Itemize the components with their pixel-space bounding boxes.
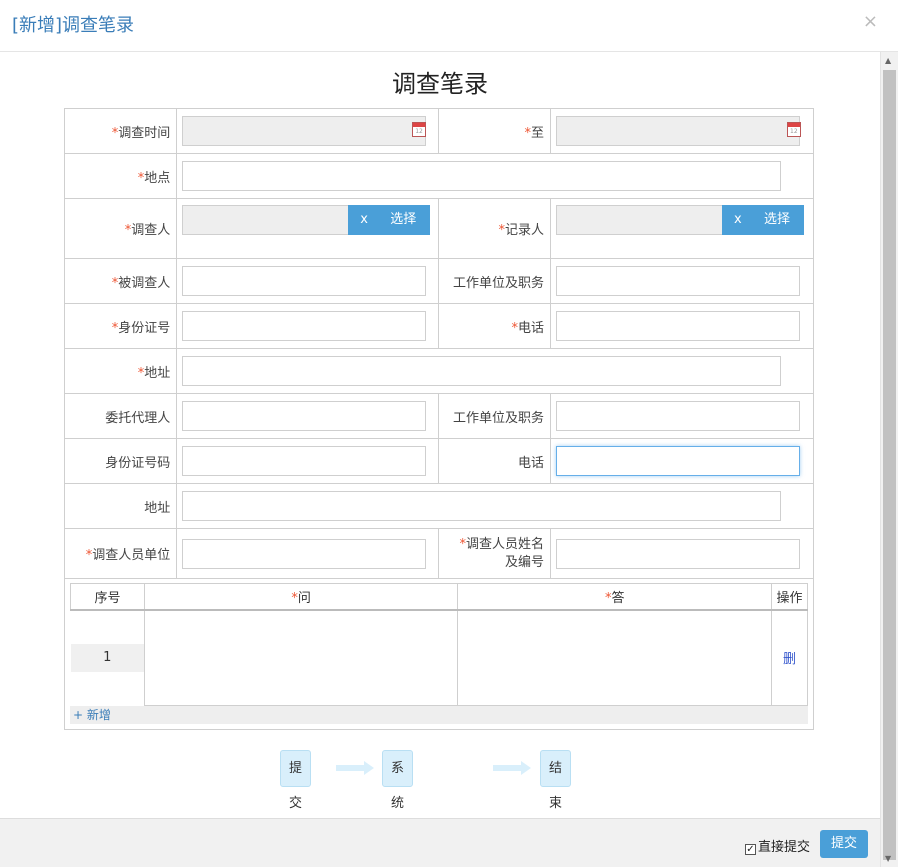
label-work-unit: 工作单位及职务 xyxy=(438,258,552,304)
direct-submit-checkbox[interactable]: ✓ 直接提交 xyxy=(744,836,810,855)
modal-body: 调查笔录 *调查时间 12 *至 12 *地点 *调查人 x 选择 *记录人 x… xyxy=(0,52,880,818)
label-investigator-name: *调查人员姓名 及编号 xyxy=(438,528,552,579)
flow-arrow xyxy=(336,761,374,775)
agent-phone-input[interactable] xyxy=(556,446,801,476)
investigator-picker-button[interactable]: x 选择 xyxy=(348,205,431,235)
flow-step-end: 结束 xyxy=(540,750,572,811)
clear-icon[interactable]: x xyxy=(360,205,368,235)
agent-id-input[interactable] xyxy=(182,446,427,476)
add-row-link[interactable]: + 新增 xyxy=(70,706,808,724)
recorder-picker-button[interactable]: x 选择 xyxy=(722,205,805,235)
vertical-scrollbar[interactable]: ▲ ▼ xyxy=(880,52,898,867)
investigator-input[interactable] xyxy=(182,205,351,235)
modal-header: [新增]调查笔录 × xyxy=(0,0,898,52)
label-agent-work-unit: 工作单位及职务 xyxy=(438,393,552,439)
qa-table: 序号 *问 *答 操作 1 删 xyxy=(70,583,808,706)
start-time-input[interactable] xyxy=(182,116,427,146)
label-agent: 委托代理人 xyxy=(63,393,178,439)
address-input[interactable] xyxy=(182,356,782,386)
label-agent-id: 身份证号码 xyxy=(63,438,178,484)
agent-address-input[interactable] xyxy=(182,491,782,521)
label-time: *调查时间 xyxy=(63,108,178,154)
scroll-down-arrow-icon[interactable]: ▼ xyxy=(885,854,891,863)
agent-input[interactable] xyxy=(182,401,427,431)
qa-header-question: *问 xyxy=(143,583,459,611)
scroll-up-arrow-icon[interactable]: ▲ xyxy=(885,56,891,65)
calendar-icon[interactable]: 12 xyxy=(412,122,427,137)
label-id-card: *身份证号 xyxy=(63,303,178,349)
label-investigator: *调查人 xyxy=(63,198,178,259)
label-agent-phone: 电话 xyxy=(438,438,552,484)
flow-step-submit: 提交 xyxy=(280,750,312,811)
scroll-thumb[interactable] xyxy=(883,70,896,860)
record-form: *调查时间 12 *至 12 *地点 *调查人 x 选择 *记录人 x 选择 *… xyxy=(63,108,814,730)
label-respondent: *被调查人 xyxy=(63,258,178,304)
investigator-unit-input[interactable] xyxy=(182,538,427,569)
label-recorder: *记录人 xyxy=(438,198,552,259)
qa-header-seq: 序号 xyxy=(70,583,145,611)
calendar-icon[interactable]: 12 xyxy=(787,122,801,137)
checkmark-icon[interactable]: ✓ xyxy=(744,844,756,855)
modal-dialog: [新增]调查笔录 × 调查笔录 *调查时间 12 *至 12 *地点 *调查人 xyxy=(0,0,898,867)
flow-step-auto-pass: 系统自动通过 xyxy=(382,750,414,811)
label-phone: *电话 xyxy=(438,303,552,349)
respondent-input[interactable] xyxy=(182,266,427,296)
label-address: *地址 xyxy=(63,348,178,394)
question-textarea[interactable] xyxy=(143,609,459,706)
delete-row-link[interactable]: 删 xyxy=(771,609,808,706)
close-icon[interactable]: × xyxy=(863,11,878,32)
agent-work-unit-input[interactable] xyxy=(556,401,801,431)
modal-title: [新增]调查笔录 xyxy=(12,15,135,36)
qa-header-action: 操作 xyxy=(771,583,808,611)
qa-row: 1 删 xyxy=(70,609,808,706)
modal-footer: ✓ 直接提交 提交 xyxy=(0,818,880,867)
qa-row-seq: 1 xyxy=(70,609,145,706)
clear-icon[interactable]: x xyxy=(734,205,742,235)
investigator-name-input[interactable] xyxy=(556,538,801,569)
answer-textarea[interactable] xyxy=(457,609,772,706)
place-input[interactable] xyxy=(182,161,782,191)
phone-input[interactable] xyxy=(556,311,801,341)
end-time-input[interactable] xyxy=(556,116,801,146)
qa-header-answer: *答 xyxy=(457,583,772,611)
document-title: 调查笔录 xyxy=(392,70,488,98)
recorder-input[interactable] xyxy=(556,205,725,235)
label-investigator-unit: *调查人员单位 xyxy=(63,528,178,579)
label-place: *地点 xyxy=(63,153,178,199)
id-card-input[interactable] xyxy=(182,311,427,341)
submit-button[interactable]: 提交 xyxy=(820,830,868,858)
flow-arrow xyxy=(493,761,531,775)
label-agent-address: 地址 xyxy=(63,483,178,529)
label-to: *至 xyxy=(438,108,552,154)
work-unit-input[interactable] xyxy=(556,266,801,296)
